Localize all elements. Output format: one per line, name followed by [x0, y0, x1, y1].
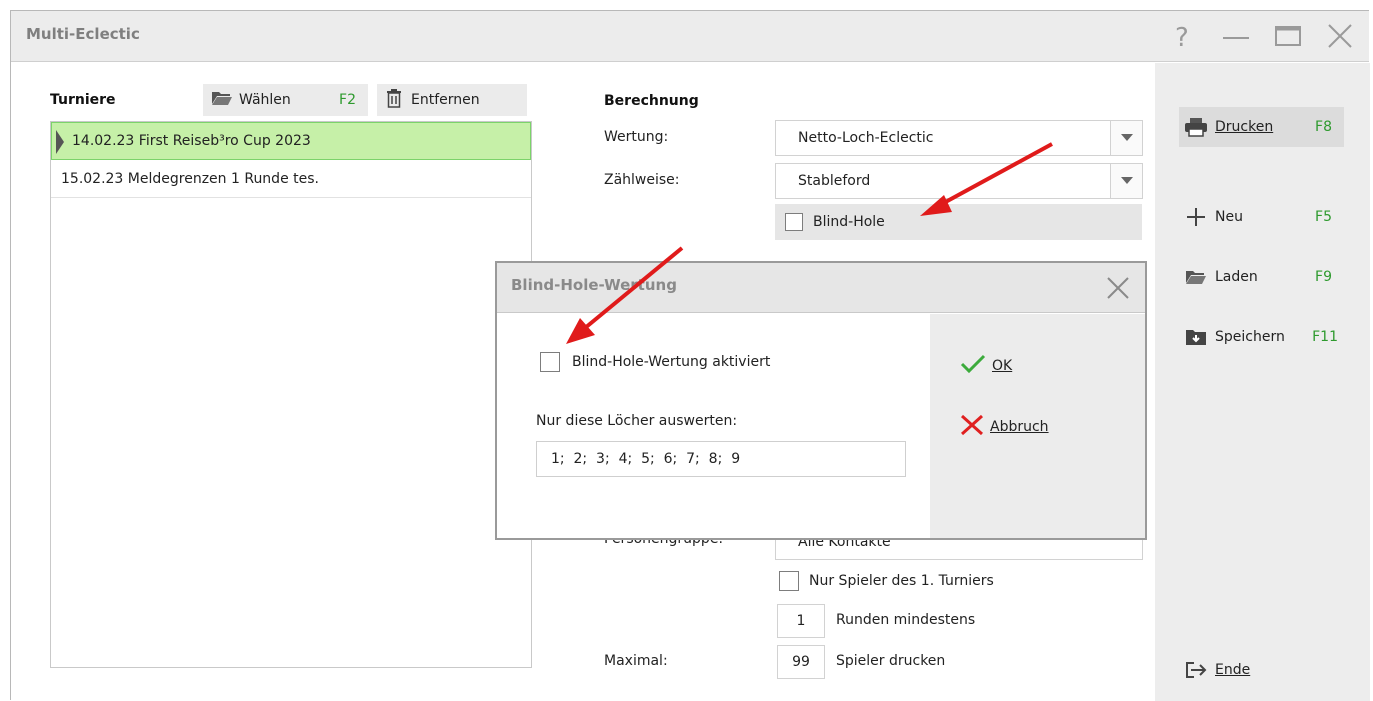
arrow-to-activate-checkbox-icon	[566, 246, 684, 344]
arrow-to-blind-hole-icon	[920, 142, 1053, 216]
annotation-arrows	[566, 142, 1053, 344]
